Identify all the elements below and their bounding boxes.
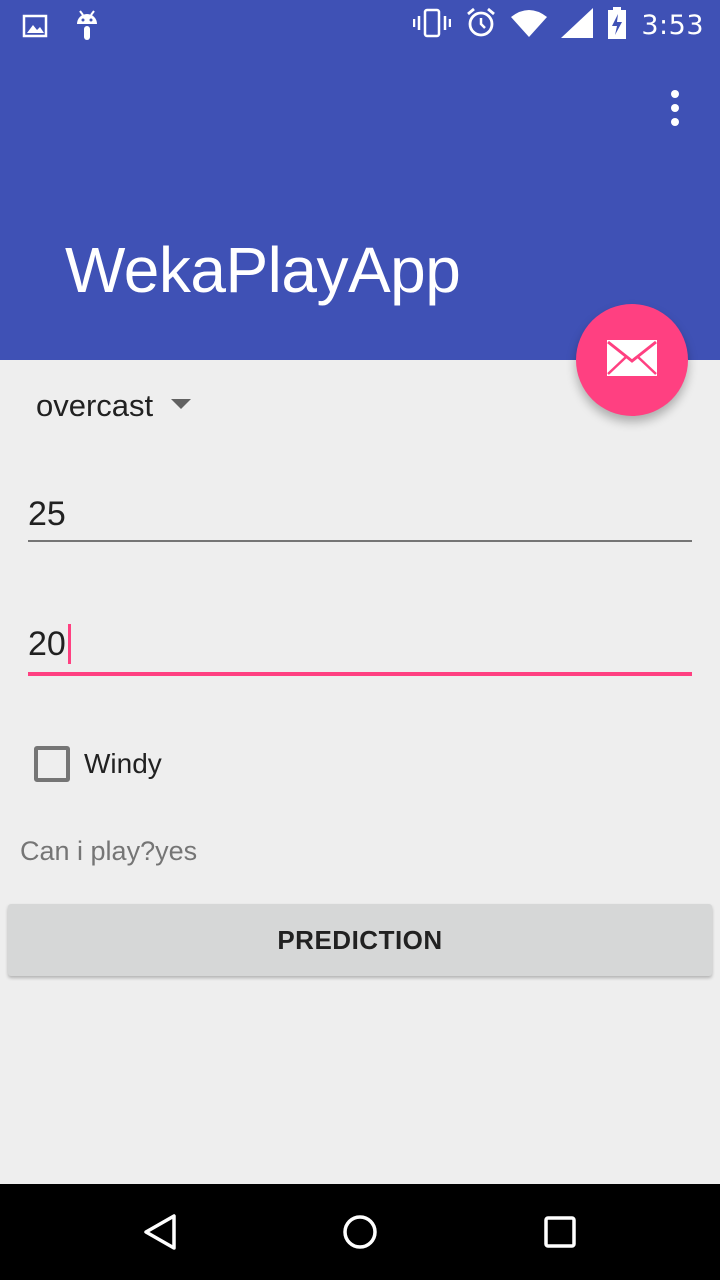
prediction-result-text: Can i play?yes [20,836,198,866]
humidity-text: 20 [28,622,692,666]
status-bar: 3:53 [0,0,720,50]
app-title: WekaPlayApp [65,234,461,306]
temperature-value: 25 [28,495,66,533]
home-icon[interactable] [330,1202,390,1262]
more-vert-icon[interactable] [660,88,690,128]
android-icon [74,10,100,46]
back-icon[interactable] [130,1202,190,1262]
humidity-underline [28,672,692,676]
text-cursor [67,624,71,664]
signal-icon [561,8,594,42]
checkbox-icon[interactable] [34,746,70,782]
navigation-bar [0,1184,720,1280]
temperature-input[interactable]: 25 [28,492,692,544]
mail-fab-button[interactable] [576,304,688,416]
alarm-icon [465,7,497,43]
outlook-spinner-value: overcast [36,388,154,423]
wifi-icon [511,9,548,41]
status-bar-left-icons [22,10,100,46]
windy-checkbox[interactable]: Windy [34,744,162,784]
recents-icon[interactable] [530,1202,590,1262]
humidity-input[interactable]: 20 [28,622,692,678]
battery-charging-icon [607,7,627,43]
image-icon [22,13,48,43]
dropdown-arrow-icon [171,399,192,409]
humidity-value: 20 [28,625,66,663]
status-bar-right-icons: 3:53 [413,6,704,44]
status-bar-clock: 3:53 [641,9,704,41]
temperature-underline [28,540,692,542]
vibrate-icon [413,8,452,42]
windy-label: Windy [84,748,162,779]
mail-icon [606,339,658,381]
prediction-button[interactable]: PREDICTION [8,904,712,976]
outlook-spinner[interactable]: overcast [36,380,192,432]
